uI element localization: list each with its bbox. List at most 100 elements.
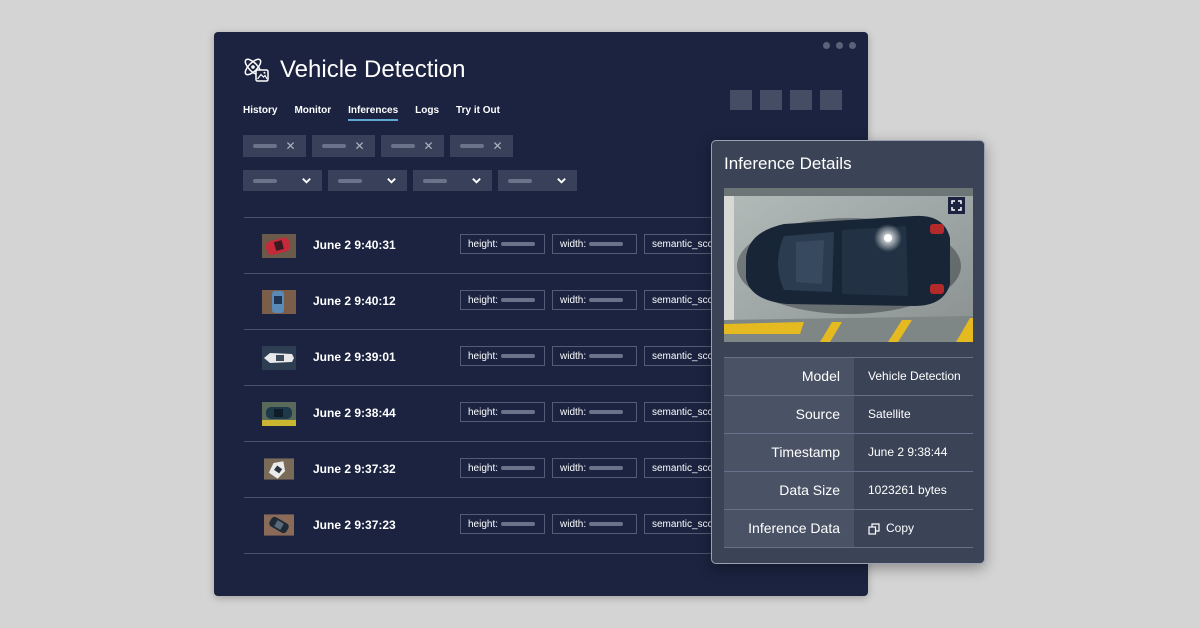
tab-try-it-out[interactable]: Try it Out <box>456 105 500 121</box>
placeholder-bar <box>460 144 485 148</box>
vehicle-thumbnail[interactable] <box>262 290 296 314</box>
timestamp: June 2 9:38:44 <box>313 406 396 420</box>
chevron-down-icon <box>387 178 396 184</box>
timestamp: June 2 9:37:23 <box>313 518 396 532</box>
tab-logs[interactable]: Logs <box>415 105 439 121</box>
detail-value-text: 1023261 bytes <box>868 483 947 497</box>
placeholder-bar <box>508 178 532 183</box>
width-field: width: <box>552 458 637 478</box>
close-icon[interactable]: ✕ <box>423 140 433 152</box>
value-bar <box>501 354 536 358</box>
detail-value: 1023261 bytes <box>854 472 973 509</box>
value-bar <box>589 354 624 358</box>
detail-label: Data Size <box>724 472 854 509</box>
inference-image <box>724 188 973 342</box>
filter-dropdown[interactable] <box>328 170 407 191</box>
width-field: width: <box>552 514 637 534</box>
detail-value-text: Satellite <box>868 407 911 421</box>
width-label: width: <box>560 462 587 474</box>
tab-monitor[interactable]: Monitor <box>294 105 331 121</box>
filter-dropdown[interactable] <box>243 170 322 191</box>
inference-details-panel: Inference Details Model Vehicle Detectio… <box>711 140 985 564</box>
detail-row-timestamp: Timestamp June 2 9:38:44 <box>724 434 973 472</box>
chevron-down-icon <box>472 178 481 184</box>
width-label: width: <box>560 294 587 306</box>
detail-label: Inference Data <box>724 510 854 547</box>
boat-thumbnail[interactable] <box>264 453 294 485</box>
filter-chip[interactable]: ✕ <box>381 135 444 157</box>
placeholder-bar <box>253 144 278 148</box>
dot-icon <box>836 42 843 49</box>
placeholder-bar <box>423 178 447 183</box>
detail-value: Vehicle Detection <box>854 358 973 395</box>
app-title: Vehicle Detection <box>280 56 466 83</box>
height-label: height: <box>468 294 499 306</box>
height-field: height: <box>460 458 545 478</box>
timestamp: June 2 9:39:01 <box>313 350 396 364</box>
filter-dropdown[interactable] <box>413 170 492 191</box>
timestamp: June 2 9:40:31 <box>313 238 396 252</box>
filter-chip[interactable]: ✕ <box>450 135 513 157</box>
height-field: height: <box>460 290 545 310</box>
detail-label: Timestamp <box>724 434 854 471</box>
width-field: width: <box>552 402 637 422</box>
details-table: Model Vehicle Detection Source Satellite… <box>724 357 973 548</box>
toolbar-button[interactable] <box>760 90 782 110</box>
filter-dropdown[interactable] <box>498 170 577 191</box>
header: Vehicle Detection <box>242 56 465 84</box>
vehicle-thumbnail[interactable] <box>259 402 299 426</box>
expand-icon[interactable] <box>948 197 965 214</box>
width-label: width: <box>560 238 587 250</box>
copy-button[interactable]: Copy <box>854 510 973 547</box>
timestamp: June 2 9:37:32 <box>313 462 396 476</box>
vehicle-thumbnail[interactable] <box>262 234 296 258</box>
vehicle-thumbnail[interactable] <box>264 510 294 540</box>
placeholder-bar <box>391 144 416 148</box>
detail-label: Model <box>724 358 854 395</box>
width-label: width: <box>560 350 587 362</box>
height-label: height: <box>468 350 499 362</box>
placeholder-bar <box>322 144 347 148</box>
close-icon[interactable]: ✕ <box>492 140 502 152</box>
detail-row-inference-data: Inference Data Copy <box>724 510 973 548</box>
tab-inferences[interactable]: Inferences <box>348 105 399 121</box>
width-field: width: <box>552 290 637 310</box>
height-field: height: <box>460 346 545 366</box>
filter-chip[interactable]: ✕ <box>312 135 375 157</box>
toolbar-button[interactable] <box>730 90 752 110</box>
boat-thumbnail[interactable] <box>259 346 299 370</box>
height-label: height: <box>468 238 499 250</box>
detail-value: June 2 9:38:44 <box>854 434 973 471</box>
value-bar <box>589 410 624 414</box>
close-icon[interactable]: ✕ <box>285 140 295 152</box>
filter-chip[interactable]: ✕ <box>243 135 306 157</box>
dot-icon <box>849 42 856 49</box>
height-field: height: <box>460 514 545 534</box>
toolbar-button[interactable] <box>820 90 842 110</box>
height-label: height: <box>468 518 499 530</box>
dot-icon <box>823 42 830 49</box>
copy-label: Copy <box>886 521 915 535</box>
value-bar <box>501 522 536 526</box>
chevron-down-icon <box>557 178 566 184</box>
window-menu[interactable] <box>823 42 856 49</box>
value-bar <box>589 298 624 302</box>
detail-row-data-size: Data Size 1023261 bytes <box>724 472 973 510</box>
tab-history[interactable]: History <box>243 105 277 121</box>
close-icon[interactable]: ✕ <box>354 140 364 152</box>
placeholder-bar <box>253 178 277 183</box>
copy-icon <box>868 522 880 535</box>
width-field: width: <box>552 346 637 366</box>
value-bar <box>589 242 624 246</box>
timestamp: June 2 9:40:12 <box>313 294 396 308</box>
value-bar <box>501 242 536 246</box>
height-label: height: <box>468 406 499 418</box>
value-bar <box>501 410 536 414</box>
tab-bar: History Monitor Inferences Logs Try it O… <box>243 105 500 121</box>
detail-value-text: June 2 9:38:44 <box>868 445 948 459</box>
detail-value-text: Vehicle Detection <box>868 369 961 383</box>
satellite-car-image <box>724 188 973 342</box>
filter-chips: ✕ ✕ ✕ ✕ <box>243 135 513 157</box>
toolbar-button[interactable] <box>790 90 812 110</box>
value-bar <box>589 522 624 526</box>
